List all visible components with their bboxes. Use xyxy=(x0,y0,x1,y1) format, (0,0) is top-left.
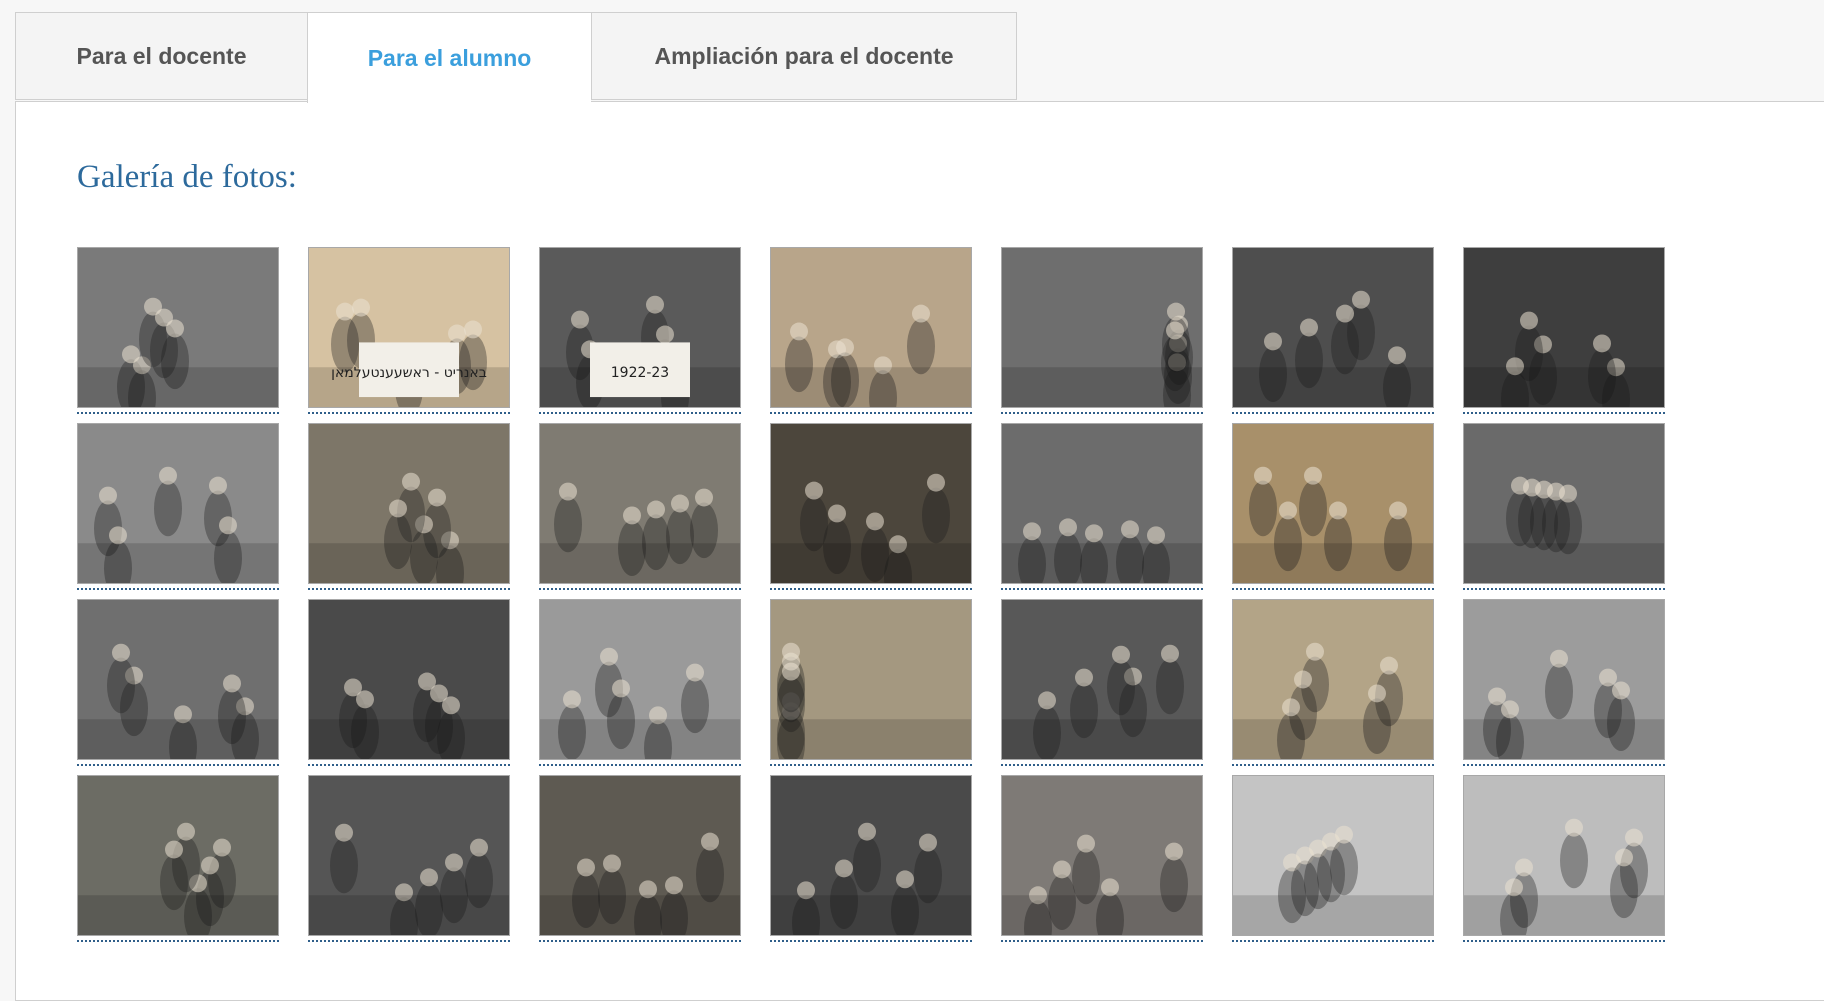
photo-boy-with-book[interactable] xyxy=(77,247,279,408)
gallery-item xyxy=(77,599,281,773)
thumb-divider xyxy=(77,764,279,766)
gallery-item xyxy=(77,423,281,597)
photo-youth-with-flag[interactable] xyxy=(77,775,279,936)
thumb-divider xyxy=(539,940,741,942)
gallery-item xyxy=(1463,423,1667,597)
thumb-divider xyxy=(1463,412,1665,414)
photo-two-boys[interactable] xyxy=(77,599,279,760)
photo-child-at-sea[interactable] xyxy=(770,247,972,408)
gallery-item: 1922-23 xyxy=(539,247,743,421)
tab-ampliacion-para-el-docente[interactable]: Ampliación para el docente xyxy=(591,12,1017,100)
photo-hebrew-poster[interactable]: באנריט - ראשעענטעלמאן xyxy=(308,247,510,408)
gallery-item xyxy=(1463,599,1667,773)
gallery-item xyxy=(1463,247,1667,421)
photo-family-outdoors[interactable] xyxy=(539,423,741,584)
photo-rowing-boat[interactable] xyxy=(1001,247,1203,408)
thumb-divider xyxy=(1463,588,1665,590)
thumb-divider xyxy=(1001,940,1203,942)
tab-panel: Galería de fotos: באנריט - ראשעענטעלמאן 1… xyxy=(15,101,1824,1001)
thumb-divider xyxy=(308,940,510,942)
thumb-divider xyxy=(539,588,741,590)
photo-chess-player[interactable] xyxy=(308,775,510,936)
thumb-divider xyxy=(308,764,510,766)
thumb-divider xyxy=(770,764,972,766)
photo-mother-and-children[interactable] xyxy=(77,423,279,584)
photo-boy-in-cap[interactable] xyxy=(1232,775,1434,936)
gallery-item xyxy=(77,247,281,421)
thumb-divider xyxy=(770,940,972,942)
gallery-item xyxy=(77,775,281,949)
thumb-divider xyxy=(1232,412,1434,414)
thumb-divider xyxy=(308,588,510,590)
photo-class-1922-23[interactable]: 1922-23 xyxy=(539,247,741,408)
photo-street-scene[interactable] xyxy=(1001,775,1203,936)
thumb-divider xyxy=(770,412,972,414)
gallery-item xyxy=(308,423,512,597)
thumb-divider xyxy=(1463,764,1665,766)
gallery-item xyxy=(1463,775,1667,949)
gallery-item xyxy=(539,775,743,949)
photo-child-with-doll[interactable] xyxy=(1001,423,1203,584)
gallery-item xyxy=(1232,423,1436,597)
gallery-item xyxy=(308,599,512,773)
thumb-divider xyxy=(1232,588,1434,590)
photo-synagogue-building[interactable] xyxy=(1232,423,1434,584)
photo-costumed-children[interactable] xyxy=(1232,599,1434,760)
photo-children-group[interactable] xyxy=(1463,423,1665,584)
thumb-divider xyxy=(1001,588,1203,590)
photo-dancing-circle[interactable] xyxy=(1001,599,1203,760)
photo-sign-text: באנריט - ראשעענטעלמאן xyxy=(331,365,487,381)
photo-banner-star-of-david[interactable] xyxy=(1232,247,1434,408)
photo-crowd-street[interactable] xyxy=(539,775,741,936)
gallery-item xyxy=(539,423,743,597)
photo-torah-ark[interactable] xyxy=(770,775,972,936)
photo-street-children[interactable] xyxy=(1463,599,1665,760)
thumb-divider xyxy=(1232,940,1434,942)
photo-family-group[interactable] xyxy=(308,423,510,584)
thumb-divider xyxy=(1463,940,1665,942)
gallery-item xyxy=(1232,599,1436,773)
gallery-item xyxy=(1001,775,1205,949)
photo-football-team[interactable] xyxy=(1463,247,1665,408)
thumb-divider xyxy=(539,764,741,766)
photo-woman-and-boy[interactable] xyxy=(770,423,972,584)
tab-para-el-alumno[interactable]: Para el alumno xyxy=(307,12,591,103)
gallery-item xyxy=(539,599,743,773)
tab-bar: Para el docente Para el alumno Ampliació… xyxy=(15,12,1017,103)
photo-youth-group[interactable] xyxy=(770,599,972,760)
thumb-divider xyxy=(539,412,741,414)
photo-sign-text: 1922-23 xyxy=(611,365,669,381)
thumb-divider xyxy=(1001,764,1203,766)
gallery-item: באנריט - ראשעענטעלמאן xyxy=(308,247,512,421)
gallery-item xyxy=(1232,247,1436,421)
gallery-item xyxy=(1001,599,1205,773)
thumb-divider xyxy=(77,940,279,942)
gallery-item xyxy=(1001,247,1205,421)
gallery-item xyxy=(308,775,512,949)
tab-para-el-docente[interactable]: Para el docente xyxy=(15,12,307,100)
photo-gymnastics[interactable] xyxy=(308,599,510,760)
thumb-divider xyxy=(77,412,279,414)
thumb-divider xyxy=(308,412,510,414)
photo-rabbi-and-children[interactable] xyxy=(539,599,741,760)
gallery-item xyxy=(770,423,974,597)
gallery-item xyxy=(1001,423,1205,597)
thumb-divider xyxy=(1001,412,1203,414)
gallery-item xyxy=(770,775,974,949)
gallery-title: Galería de fotos: xyxy=(77,159,297,195)
photo-child-with-menorah[interactable] xyxy=(1463,775,1665,936)
gallery-item xyxy=(1232,775,1436,949)
gallery-item xyxy=(770,247,974,421)
thumb-divider xyxy=(1232,764,1434,766)
thumb-divider xyxy=(77,588,279,590)
gallery-item xyxy=(770,599,974,773)
thumb-divider xyxy=(770,588,972,590)
